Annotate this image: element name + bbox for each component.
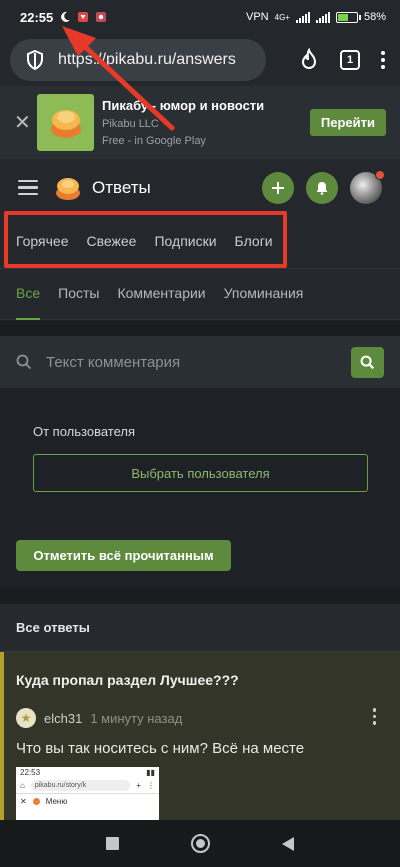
bell-icon [316,181,328,195]
thumb-menu-label: Меню [45,797,68,806]
search-input[interactable]: Текст комментария [46,354,180,371]
network-type: 4G+ [274,12,290,22]
moon-icon [61,11,71,22]
answers-tabs: Все Посты Комментарии Упоминания [0,268,400,320]
answer-time[interactable]: 1 минуту назад [90,711,182,726]
app-logo [37,93,94,151]
notification-app-icon [78,12,89,22]
tab-all[interactable]: Все [16,285,41,320]
plus-icon [272,181,284,194]
from-user-label: От пользователя [33,424,136,439]
app-developer: Pikabu LLC [102,117,159,130]
signal-icon [295,11,310,23]
header-actions [262,169,385,204]
status-time: 22:55 [20,9,54,25]
thumb-time: 22:53 [20,768,41,777]
answer-text: Что вы так носитесь с ним? Всё на месте [16,740,305,757]
app-install-banner: ✕ Пикабу - юмор и новости Pikabu LLC Fre… [0,86,400,158]
select-user-button[interactable]: Выбрать пользователя [33,454,368,492]
tabs-count-button[interactable]: 1 [340,50,360,70]
answers-header: Все ответы [0,604,400,652]
back-button[interactable] [282,836,294,851]
add-post-button[interactable] [262,171,294,204]
thumb-statusbar: 22:53 ▮▮ [20,768,155,777]
search-icon [360,355,375,369]
search-button[interactable] [351,346,384,378]
tab-mentions[interactable]: Упоминания [224,285,304,301]
notification-app-icon-2 [96,12,107,22]
section-divider [0,321,400,336]
answers-tabs-items: Все Посты Комментарии Упоминания [16,285,304,320]
section-divider [0,588,400,604]
comment-search: Текст комментария [0,336,400,388]
answer-item[interactable]: Куда пропал раздел Лучшее??? ★ elch31 1 … [0,652,400,820]
mark-all-read-button[interactable]: Отметить всё прочитанным [16,540,231,571]
search-icon [16,354,32,370]
url-text[interactable]: https://pikabu.ru/answers [58,51,236,69]
tab-comments[interactable]: Комментарии [117,285,205,301]
vpn-label: VPN [246,11,269,23]
thumb-url: pikabu.ru/story/k [30,780,131,791]
site-header: Ответы [0,158,400,216]
system-navigation-bar [0,820,400,867]
answer-image-thumbnail[interactable]: 22:53 ▮▮ ⌂ pikabu.ru/story/k + ⋮ ✕ Меню [16,767,159,820]
avatar[interactable] [350,169,385,204]
app-store-info: Free - in Google Play [102,134,206,147]
answer-username[interactable]: elch31 [44,711,82,726]
thumb-urlbar: ⌂ pikabu.ru/story/k + ⋮ [16,778,159,794]
shield-icon[interactable] [24,49,46,71]
close-banner-icon[interactable]: ✕ [14,110,36,135]
notification-dot [375,169,385,180]
open-app-button[interactable]: Перейти [309,108,386,136]
status-bar: 22:55 VPN 4G+ 58% [0,0,400,34]
pikabu-logo-icon[interactable] [54,174,82,202]
user-filter-section: От пользователя Выбрать пользователя Отм… [0,388,400,588]
battery-icon [335,11,361,23]
status-right: VPN 4G+ 58% [246,11,386,23]
app-info: Пикабу - юмор и новости Pikabu LLC Free … [102,98,264,147]
thumb-menu: ✕ Меню [20,797,68,806]
notifications-button[interactable] [306,171,338,204]
fire-icon[interactable] [298,48,320,72]
app-title: Пикабу - юмор и новости [102,97,265,113]
battery-percent: 58% [363,11,386,23]
annotation-highlight-box [4,211,287,268]
tab-posts[interactable]: Посты [58,285,99,301]
more-options-icon[interactable] [372,708,376,725]
pikabu-logo-icon [50,110,81,138]
browser-actions: 1 [298,48,390,72]
answer-meta: ★ elch31 1 минуту назад [16,708,182,728]
address-bar[interactable]: https://pikabu.ru/answers [10,39,266,81]
page-title: Ответы [92,177,151,197]
user-avatar[interactable]: ★ [16,708,36,728]
signal-icon-2 [315,11,330,23]
home-button[interactable] [191,834,210,853]
hamburger-menu-icon[interactable] [18,179,38,196]
answer-post-title[interactable]: Куда пропал раздел Лучшее??? [16,672,239,688]
browser-toolbar: https://pikabu.ru/answers 1 [0,34,400,86]
browser-menu-icon[interactable] [380,50,386,70]
recents-button[interactable] [106,837,119,850]
